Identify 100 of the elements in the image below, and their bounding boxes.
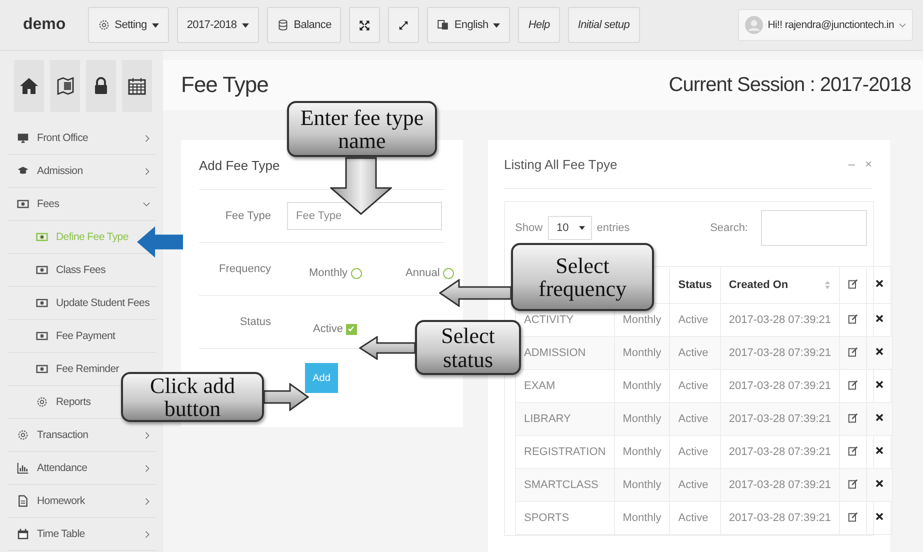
calendar-icon <box>127 76 147 96</box>
table-cell: Monthly <box>614 502 670 534</box>
checkbox[interactable] <box>346 324 357 334</box>
callout-arrow <box>359 336 416 360</box>
table-cell: Monthly <box>614 468 670 502</box>
delete-icon[interactable] <box>875 413 884 422</box>
radio-button[interactable] <box>350 268 362 278</box>
callout: Enter fee type name <box>287 101 437 157</box>
table-cell: 2017-03-28 07:39:21 <box>720 468 840 502</box>
delete-icon[interactable] <box>875 314 884 323</box>
sidebar-item[interactable]: Time Table <box>15 523 87 545</box>
bar-chart-icon <box>17 462 29 474</box>
edit-icon[interactable] <box>848 478 858 488</box>
option-label: Active <box>313 323 343 335</box>
panel-title: Listing All Fee Tpye <box>504 156 618 172</box>
money-icon <box>17 198 29 210</box>
checkmark-icon <box>347 325 356 333</box>
monitor-icon <box>17 132 29 144</box>
show-label: Show <box>515 222 543 234</box>
table-cell: Monthly <box>614 402 670 436</box>
table-cell: Active <box>670 502 720 534</box>
edit-icon[interactable] <box>848 346 858 356</box>
table-cell: Active <box>670 402 720 436</box>
edit-icon[interactable] <box>848 512 858 522</box>
input-field[interactable]: Fee Type <box>287 202 442 230</box>
sidebar-item[interactable]: Fee Reminder <box>34 358 121 380</box>
sidebar-item[interactable]: Reports <box>34 391 93 413</box>
money-icon <box>36 297 48 309</box>
pointer-arrow <box>137 224 183 260</box>
database-icon <box>276 19 289 31</box>
user-menu[interactable]: Hi!! rajendra@junctiontech.in <box>738 9 913 41</box>
dropdown-button[interactable]: English <box>427 7 510 43</box>
caret-icon <box>152 22 159 28</box>
option-label: Monthly <box>309 267 348 279</box>
sidebar-item[interactable]: Transaction <box>15 424 90 446</box>
translate-icon <box>437 19 450 31</box>
dropdown-button[interactable]: 2017-2018 <box>176 7 259 43</box>
sidebar-item[interactable]: Admission <box>15 160 85 182</box>
graduation-cap-icon <box>17 165 29 177</box>
expand-icon <box>398 20 410 30</box>
sidebar-item[interactable]: Attendance <box>15 457 90 479</box>
edit-icon[interactable] <box>848 412 858 422</box>
table-cell: SMARTCLASS <box>516 468 614 502</box>
table-cell: 2017-03-28 07:39:21 <box>720 502 840 534</box>
edit-icon[interactable] <box>848 380 858 390</box>
field-label: Frequency <box>218 263 272 275</box>
delete-icon[interactable] <box>875 479 884 488</box>
calendar-icon <box>17 528 29 540</box>
nav-link[interactable]: Initial setup <box>568 7 640 43</box>
lock-button[interactable] <box>86 60 116 112</box>
column-header[interactable]: Status <box>670 266 720 304</box>
table-cell: Active <box>670 336 720 370</box>
delete-icon[interactable] <box>875 347 884 356</box>
caret-icon <box>493 22 500 28</box>
field-label: Status <box>238 316 272 328</box>
entries-label: entries <box>596 222 630 234</box>
edit-icon <box>848 278 858 288</box>
fullscreen-button[interactable] <box>349 7 380 43</box>
caret-icon <box>242 22 249 28</box>
sidebar-item[interactable]: Homework <box>15 490 87 512</box>
option-label: Annual <box>406 267 440 279</box>
field-label: Fee Type <box>224 210 272 222</box>
home-button[interactable] <box>14 60 44 112</box>
sort-icon <box>824 280 832 290</box>
page-size-select[interactable]: 10 <box>548 216 592 240</box>
delete-icon[interactable] <box>875 380 884 389</box>
home-icon <box>19 76 39 96</box>
gear-icon <box>17 429 29 441</box>
sidebar-item[interactable]: Fees <box>15 193 62 215</box>
edit-icon[interactable] <box>848 314 858 324</box>
nav-link[interactable]: Help <box>518 7 560 43</box>
search-label: Search: <box>710 222 748 234</box>
delete-icon[interactable] <box>875 446 884 455</box>
map-button[interactable] <box>50 60 80 112</box>
money-icon <box>36 231 48 243</box>
avatar-icon <box>744 16 763 34</box>
money-icon <box>36 363 48 375</box>
sidebar-item[interactable]: Class Fees <box>34 259 108 281</box>
callout: Select frequency <box>511 243 654 311</box>
radio-button[interactable] <box>442 268 454 278</box>
map-icon <box>55 76 75 96</box>
fullscreen-icon <box>359 20 370 30</box>
money-icon <box>36 264 48 276</box>
table-cell: LIBRARY <box>516 402 614 436</box>
chevron-down-icon <box>899 22 906 28</box>
dropdown-button[interactable]: Setting <box>88 7 169 43</box>
nav-button[interactable]: Balance <box>266 7 342 43</box>
gear-icon <box>98 19 110 31</box>
table-cell: Active <box>670 468 720 502</box>
callout: Click add button <box>121 372 264 422</box>
calendar-button[interactable] <box>122 60 152 112</box>
sidebar-item[interactable]: Update Student Fees <box>34 292 152 314</box>
search-field[interactable] <box>761 210 867 246</box>
gear-icon <box>36 396 48 408</box>
sidebar-item[interactable]: Front Office <box>15 127 90 149</box>
edit-icon[interactable] <box>848 446 858 456</box>
delete-icon[interactable] <box>875 512 884 521</box>
sidebar-item[interactable]: Fee Payment <box>34 325 118 347</box>
brand-logo: demo <box>23 16 66 34</box>
table-cell: SPORTS <box>516 502 614 534</box>
